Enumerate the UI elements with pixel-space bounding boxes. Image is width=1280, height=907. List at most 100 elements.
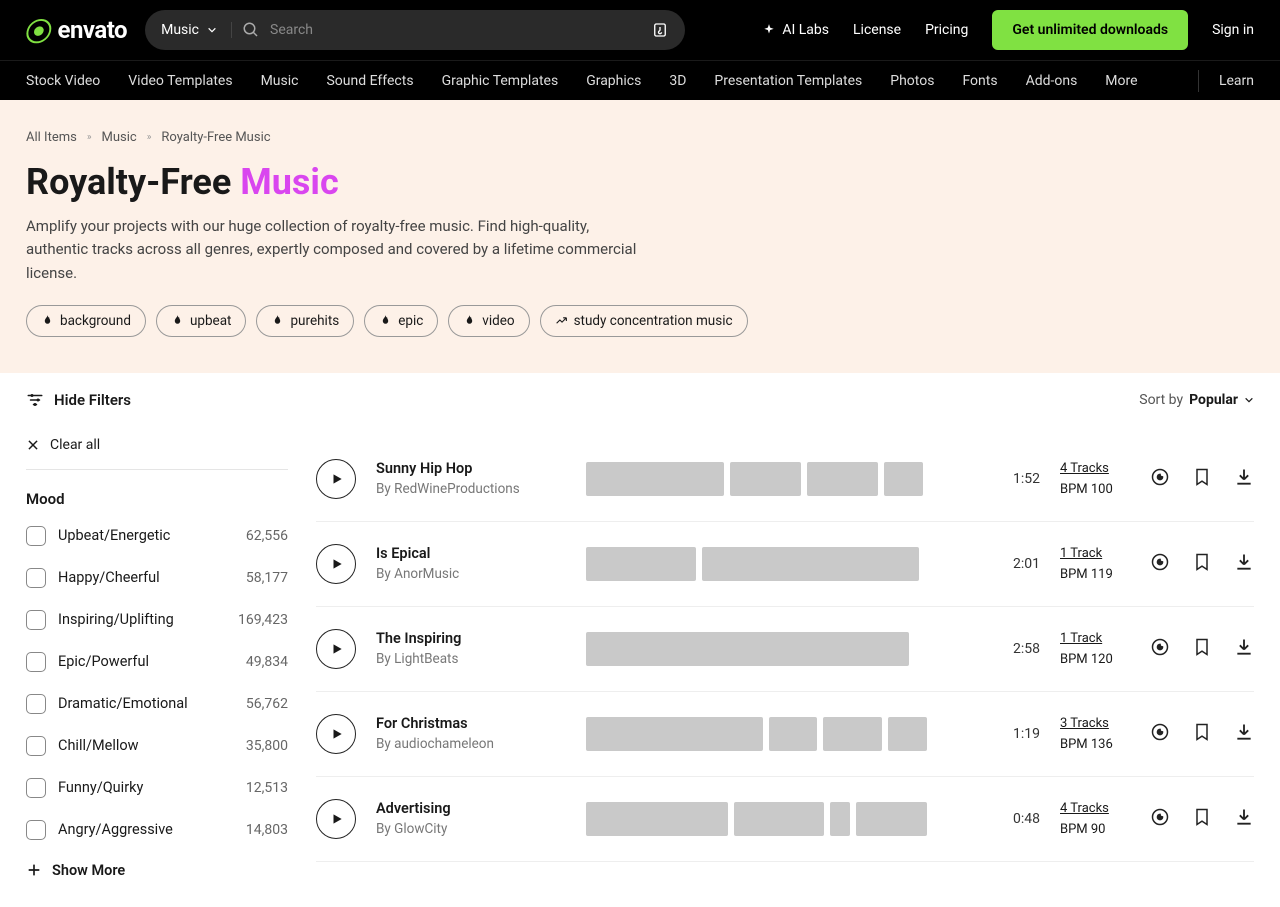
nav-item[interactable]: Graphics xyxy=(586,73,641,89)
waveform-segment xyxy=(734,802,825,836)
breadcrumb-item[interactable]: Music xyxy=(102,130,137,145)
download-button[interactable] xyxy=(1234,722,1254,746)
download-button[interactable] xyxy=(1234,637,1254,661)
breadcrumb-item[interactable]: All Items xyxy=(26,130,77,145)
download-button[interactable] xyxy=(1234,467,1254,491)
track-author[interactable]: By GlowCity xyxy=(376,821,566,837)
cta-button[interactable]: Get unlimited downloads xyxy=(992,10,1188,50)
suggestion-pill[interactable]: purehits xyxy=(256,305,354,337)
search-category-label: Music xyxy=(161,22,199,38)
waveform[interactable] xyxy=(586,717,980,751)
download-button[interactable] xyxy=(1234,807,1254,831)
track-author[interactable]: By RedWineProductions xyxy=(376,481,566,497)
filter-option[interactable]: Funny/Quirky12,513 xyxy=(26,778,288,798)
nav-item[interactable]: 3D xyxy=(669,73,686,89)
tracks-count-link[interactable]: 4 Tracks xyxy=(1060,801,1130,816)
show-more-button[interactable]: Show More xyxy=(26,862,288,879)
waveform[interactable] xyxy=(586,632,980,666)
track-title[interactable]: Advertising xyxy=(376,800,566,817)
suggestion-pill[interactable]: background xyxy=(26,305,146,337)
play-button[interactable] xyxy=(316,714,356,754)
similar-button[interactable] xyxy=(1150,807,1170,831)
hide-filters-button[interactable]: Hide Filters xyxy=(26,391,131,409)
bookmark-button[interactable] xyxy=(1192,807,1212,831)
flame-icon xyxy=(41,314,54,327)
search-category-dropdown[interactable]: Music xyxy=(161,22,232,38)
pricing-link[interactable]: Pricing xyxy=(925,22,968,38)
checkbox[interactable] xyxy=(26,778,46,798)
play-button[interactable] xyxy=(316,799,356,839)
nav-item[interactable]: Presentation Templates xyxy=(714,73,862,89)
nav-item[interactable]: Stock Video xyxy=(26,73,100,89)
nav-item[interactable]: Video Templates xyxy=(128,73,232,89)
track-author[interactable]: By audiochameleon xyxy=(376,736,566,752)
nav-item[interactable]: Photos xyxy=(890,73,934,89)
track-bpm: BPM 100 xyxy=(1060,482,1130,497)
filter-label: Epic/Powerful xyxy=(58,653,234,670)
tracks-count-link[interactable]: 4 Tracks xyxy=(1060,461,1130,476)
play-button[interactable] xyxy=(316,459,356,499)
bookmark-button[interactable] xyxy=(1192,637,1212,661)
tracks-count-link[interactable]: 1 Track xyxy=(1060,546,1130,561)
sign-in-link[interactable]: Sign in xyxy=(1212,22,1254,38)
clear-all-button[interactable]: Clear all xyxy=(26,437,288,470)
play-button[interactable] xyxy=(316,544,356,584)
checkbox[interactable] xyxy=(26,694,46,714)
play-button[interactable] xyxy=(316,629,356,669)
filter-option[interactable]: Chill/Mellow35,800 xyxy=(26,736,288,756)
similar-button[interactable] xyxy=(1150,722,1170,746)
filter-option[interactable]: Epic/Powerful49,834 xyxy=(26,652,288,672)
track-author[interactable]: By LightBeats xyxy=(376,651,566,667)
suggestion-pill[interactable]: study concentration music xyxy=(540,305,748,337)
tracks-count-link[interactable]: 3 Tracks xyxy=(1060,716,1130,731)
bookmark-button[interactable] xyxy=(1192,467,1212,491)
checkbox[interactable] xyxy=(26,568,46,588)
learn-link[interactable]: Learn xyxy=(1219,73,1254,89)
checkbox[interactable] xyxy=(26,652,46,672)
filter-option[interactable]: Angry/Aggressive14,803 xyxy=(26,820,288,840)
similar-button[interactable] xyxy=(1150,637,1170,661)
waveform-segment xyxy=(586,802,728,836)
nav-item[interactable]: Sound Effects xyxy=(326,73,413,89)
waveform-segment xyxy=(730,462,801,496)
suggestion-pill[interactable]: epic xyxy=(364,305,438,337)
flame-icon xyxy=(271,314,284,327)
tracks-count-link[interactable]: 1 Track xyxy=(1060,631,1130,646)
similar-button[interactable] xyxy=(1150,552,1170,576)
suggestion-pill[interactable]: video xyxy=(448,305,529,337)
checkbox[interactable] xyxy=(26,820,46,840)
logo-mark-icon: ⦿ xyxy=(22,12,55,49)
audio-search-icon[interactable] xyxy=(651,21,669,39)
logo[interactable]: ⦿ envato xyxy=(26,12,127,49)
track-title[interactable]: For Christmas xyxy=(376,715,566,732)
track-title[interactable]: The Inspiring xyxy=(376,630,566,647)
filter-option[interactable]: Inspiring/Uplifting169,423 xyxy=(26,610,288,630)
sort-dropdown[interactable]: Sort by Popular xyxy=(1139,392,1254,408)
filter-option[interactable]: Dramatic/Emotional56,762 xyxy=(26,694,288,714)
download-button[interactable] xyxy=(1234,552,1254,576)
track-title[interactable]: Is Epical xyxy=(376,545,566,562)
checkbox[interactable] xyxy=(26,736,46,756)
waveform[interactable] xyxy=(586,547,980,581)
nav-item[interactable]: Fonts xyxy=(962,73,997,89)
checkbox[interactable] xyxy=(26,526,46,546)
waveform[interactable] xyxy=(586,802,980,836)
bookmark-button[interactable] xyxy=(1192,552,1212,576)
nav-item[interactable]: Graphic Templates xyxy=(442,73,559,89)
waveform[interactable] xyxy=(586,462,980,496)
license-link[interactable]: License xyxy=(853,22,901,38)
nav-item[interactable]: Add-ons xyxy=(1026,73,1078,89)
search-input[interactable] xyxy=(270,22,651,38)
filter-option[interactable]: Happy/Cheerful58,177 xyxy=(26,568,288,588)
bookmark-button[interactable] xyxy=(1192,722,1212,746)
track-author[interactable]: By AnorMusic xyxy=(376,566,566,582)
checkbox[interactable] xyxy=(26,610,46,630)
suggestion-pill[interactable]: upbeat xyxy=(156,305,247,337)
nav-item[interactable]: More xyxy=(1105,73,1137,89)
sort-value: Popular xyxy=(1189,392,1238,408)
ai-labs-link[interactable]: AI Labs xyxy=(762,22,829,38)
similar-button[interactable] xyxy=(1150,467,1170,491)
filter-option[interactable]: Upbeat/Energetic62,556 xyxy=(26,526,288,546)
track-title[interactable]: Sunny Hip Hop xyxy=(376,460,566,477)
nav-item[interactable]: Music xyxy=(261,73,299,89)
